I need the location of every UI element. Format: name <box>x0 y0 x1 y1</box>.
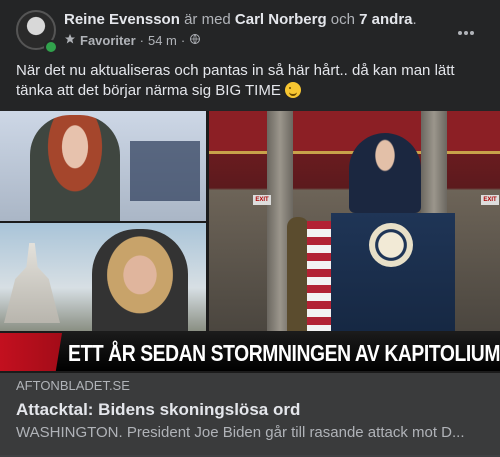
exit-sign-right: EXIT <box>481 195 499 205</box>
and-text: och <box>330 11 355 28</box>
star-icon <box>64 33 76 49</box>
banner-headline: ETT ÅR SEDAN STORMNINGEN AV KAPITOLIUM <box>68 340 500 366</box>
studio-screen <box>130 141 200 201</box>
others-link[interactable]: 7 andra <box>359 11 412 28</box>
link-description: WASHINGTON. President Joe Biden går till… <box>16 424 465 441</box>
reporter-figure <box>92 229 188 331</box>
globe-icon[interactable] <box>189 33 201 49</box>
news-anchor-panel <box>0 111 206 221</box>
post-meta: Favoriter · 54 m · <box>64 33 201 49</box>
with-text: är med <box>184 11 231 28</box>
presidential-seal-icon <box>369 223 413 267</box>
audience-label[interactable]: Favoriter <box>80 33 136 49</box>
meta-dot-2: · <box>180 33 186 48</box>
more-options-button[interactable] <box>452 16 480 44</box>
exit-sign-left: EXIT <box>253 195 271 205</box>
tagged-person-link[interactable]: Carl Norberg <box>235 11 327 28</box>
statue <box>287 217 309 331</box>
post-text: När det nu aktualiseras och pantas in så… <box>16 62 455 99</box>
anchor-figure <box>30 115 120 221</box>
winking-emoji-icon <box>285 82 302 98</box>
link-domain: AFTONBLADET.SE <box>16 378 130 393</box>
speaker-figure <box>349 133 421 213</box>
post-header: Reine Evensson är med Carl Norberg och 7… <box>0 0 500 60</box>
post-author-line: Reine Evensson är med Carl Norberg och 7… <box>64 11 417 29</box>
more-horizontal-icon <box>457 19 475 42</box>
reporter-panel <box>0 223 206 331</box>
capitol-dome <box>4 243 60 323</box>
period-text: . <box>412 11 417 28</box>
online-status-dot <box>44 40 58 54</box>
meta-dot: · <box>139 33 144 48</box>
speech-panel: EXIT EXIT <box>209 111 500 331</box>
author-name-link[interactable]: Reine Evensson <box>64 11 180 28</box>
link-title[interactable]: Attacktal: Bidens skoningslösa ord <box>16 400 300 420</box>
post-body: När det nu aktualiseras och pantas in så… <box>16 61 486 101</box>
post-timestamp[interactable]: 54 m <box>148 33 177 49</box>
news-banner: ETT ÅR SEDAN STORMNINGEN AV KAPITOLIUM <box>0 333 500 371</box>
banner-red-accent <box>0 333 62 371</box>
post-image[interactable]: EXIT EXIT ETT ÅR SEDAN STORMNINGEN AV KA… <box>0 111 500 373</box>
